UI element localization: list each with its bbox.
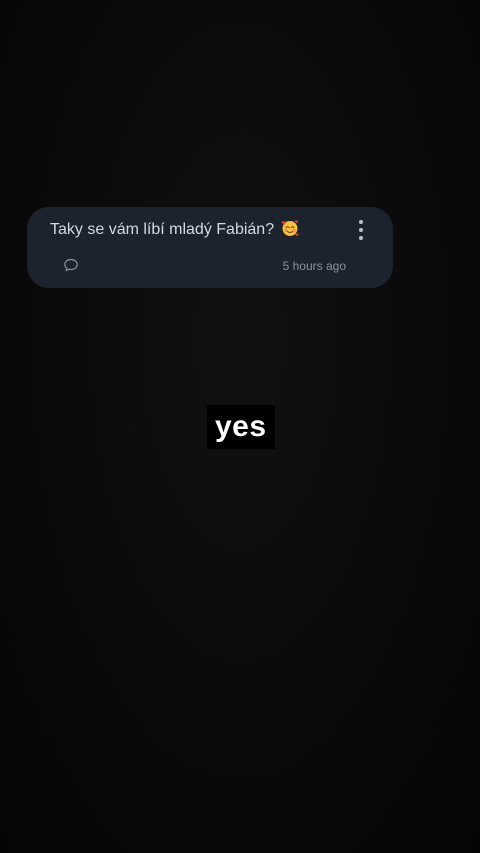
more-dot: [359, 236, 363, 240]
more-dot: [359, 220, 363, 224]
timestamp: 5 hours ago: [282, 259, 346, 273]
more-dot: [359, 228, 363, 232]
question-text-row: Taky se vám líbí mladý Fabián?: [50, 219, 299, 239]
speech-bubble-icon[interactable]: [63, 257, 79, 273]
question-text: Taky se vám líbí mladý Fabián?: [50, 221, 275, 238]
caption-text: yes: [207, 405, 275, 449]
question-card[interactable]: Taky se vám líbí mladý Fabián? 5 hours a…: [27, 207, 393, 288]
smiling-face-with-hearts-icon: [281, 220, 299, 237]
more-options-icon[interactable]: [351, 219, 371, 241]
